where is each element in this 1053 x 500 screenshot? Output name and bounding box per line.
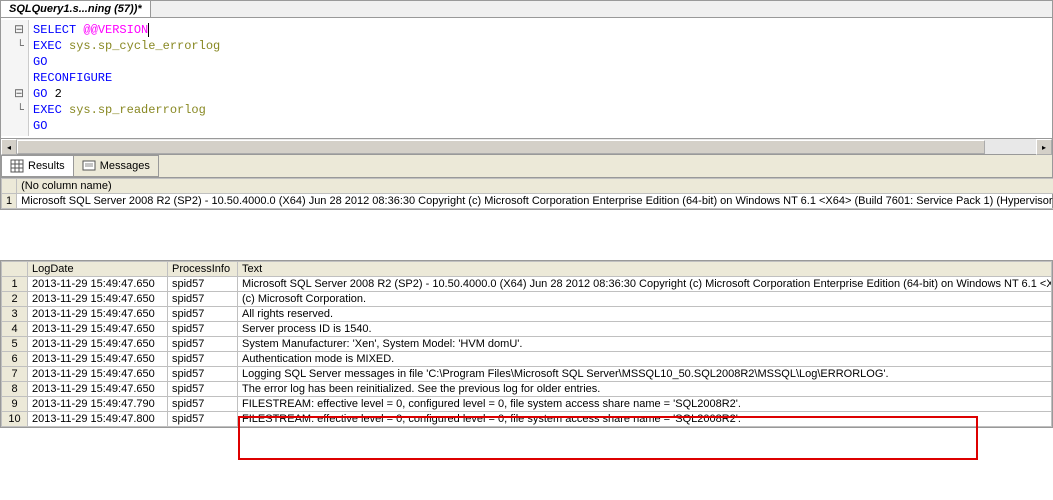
editor-gutter: ⊟ └ ⊟ └ [1,20,29,136]
code-line[interactable]: GO 2 [33,86,1048,102]
row-number: 10 [2,412,28,427]
row-number: 2 [2,292,28,307]
errorlog-grid[interactable]: LogDate ProcessInfo Text 12013-11-29 15:… [1,261,1052,427]
code-line[interactable]: EXEC sys.sp_cycle_errorlog [33,38,1048,54]
row-number: 7 [2,367,28,382]
cell-processinfo[interactable]: spid57 [168,352,238,367]
scroll-left-icon[interactable]: ◂ [1,139,17,155]
cell-logdate[interactable]: 2013-11-29 15:49:47.650 [28,307,168,322]
column-header[interactable]: (No column name) [17,179,1053,194]
table-row[interactable]: 1 Microsoft SQL Server 2008 R2 (SP2) - 1… [2,194,1053,209]
horizontal-scrollbar[interactable]: ◂ ▸ [1,138,1052,154]
query-editor-panel: SQLQuery1.s...ning (57))* ⊟ └ ⊟ └ SELECT… [0,0,1053,155]
table-row[interactable]: 82013-11-29 15:49:47.650spid57The error … [2,382,1052,397]
row-number: 4 [2,322,28,337]
cell-text[interactable]: FILESTREAM: effective level = 0, configu… [238,397,1052,412]
cell-processinfo[interactable]: spid57 [168,337,238,352]
tab-messages[interactable]: Messages [73,155,159,177]
table-row[interactable]: 62013-11-29 15:49:47.650spid57Authentica… [2,352,1052,367]
table-row[interactable]: 52013-11-29 15:49:47.650spid57System Man… [2,337,1052,352]
cell-processinfo[interactable]: spid57 [168,412,238,427]
code-line[interactable]: RECONFIGURE [33,70,1048,86]
version-result-grid[interactable]: (No column name) 1 Microsoft SQL Server … [1,178,1053,209]
row-number: 9 [2,397,28,412]
scroll-track[interactable] [17,139,1036,154]
cell-logdate[interactable]: 2013-11-29 15:49:47.650 [28,337,168,352]
code-area[interactable]: SELECT @@VERSIONEXEC sys.sp_cycle_errorl… [29,20,1052,136]
cell-text[interactable]: All rights reserved. [238,307,1052,322]
cell-processinfo[interactable]: spid57 [168,367,238,382]
gutter-line: └ [1,102,28,118]
results-tab-bar: Results Messages [1,155,1052,178]
gutter-line [1,70,28,86]
collapse-icon[interactable]: ⊟ [1,22,28,38]
cell-logdate[interactable]: 2013-11-29 15:49:47.650 [28,382,168,397]
code-line[interactable]: GO [33,118,1048,134]
cell-text[interactable]: Microsoft SQL Server 2008 R2 (SP2) - 10.… [238,277,1052,292]
table-row[interactable]: 72013-11-29 15:49:47.650spid57Logging SQ… [2,367,1052,382]
cell-logdate[interactable]: 2013-11-29 15:49:47.650 [28,292,168,307]
cell-logdate[interactable]: 2013-11-29 15:49:47.800 [28,412,168,427]
cell-processinfo[interactable]: spid57 [168,322,238,337]
cell-text[interactable]: The error log has been reinitialized. Se… [238,382,1052,397]
tab-messages-label: Messages [100,160,150,172]
table-row[interactable]: 42013-11-29 15:49:47.650spid57Server pro… [2,322,1052,337]
cell-text[interactable]: Authentication mode is MIXED. [238,352,1052,367]
row-number: 8 [2,382,28,397]
gutter-line [1,54,28,70]
code-line[interactable]: GO [33,54,1048,70]
cell-text[interactable]: Logging SQL Server messages in file 'C:\… [238,367,1052,382]
tab-results[interactable]: Results [1,155,74,177]
errorlog-panel: LogDate ProcessInfo Text 12013-11-29 15:… [0,260,1053,428]
column-header-text[interactable]: Text [238,262,1052,277]
messages-icon [82,159,96,173]
gutter-line [1,118,28,134]
cell-logdate[interactable]: 2013-11-29 15:49:47.650 [28,352,168,367]
cell-text[interactable]: FILESTREAM: effective level = 0, configu… [238,412,1052,427]
gutter-line: └ [1,38,28,54]
cell-logdate[interactable]: 2013-11-29 15:49:47.650 [28,367,168,382]
cell-processinfo[interactable]: spid57 [168,307,238,322]
row-number: 1 [2,194,17,209]
table-row[interactable]: 32013-11-29 15:49:47.650spid57All rights… [2,307,1052,322]
cell-processinfo[interactable]: spid57 [168,397,238,412]
results-panel: Results Messages (No column name) 1 Micr… [0,155,1053,210]
grid-icon [10,159,24,173]
row-number: 1 [2,277,28,292]
cell-text[interactable]: System Manufacturer: 'Xen', System Model… [238,337,1052,352]
cell-processinfo[interactable]: spid57 [168,292,238,307]
cell-processinfo[interactable]: spid57 [168,277,238,292]
cell-processinfo[interactable]: spid57 [168,382,238,397]
cell-logdate[interactable]: 2013-11-29 15:49:47.650 [28,322,168,337]
row-number: 5 [2,337,28,352]
cell-logdate[interactable]: 2013-11-29 15:49:47.650 [28,277,168,292]
tab-results-label: Results [28,160,65,172]
scroll-thumb[interactable] [17,140,985,154]
table-row[interactable]: 92013-11-29 15:49:47.790spid57FILESTREAM… [2,397,1052,412]
code-line[interactable]: EXEC sys.sp_readerrorlog [33,102,1048,118]
cell-text[interactable]: (c) Microsoft Corporation. [238,292,1052,307]
row-number: 3 [2,307,28,322]
column-header-logdate[interactable]: LogDate [28,262,168,277]
cell-logdate[interactable]: 2013-11-29 15:49:47.790 [28,397,168,412]
grid-corner [2,262,28,277]
cell-text[interactable]: Server process ID is 1540. [238,322,1052,337]
cell-version[interactable]: Microsoft SQL Server 2008 R2 (SP2) - 10.… [17,194,1053,209]
sql-editor[interactable]: ⊟ └ ⊟ └ SELECT @@VERSIONEXEC sys.sp_cycl… [1,18,1052,138]
grid-corner [2,179,17,194]
editor-tab[interactable]: SQLQuery1.s...ning (57))* [1,1,151,17]
code-line[interactable]: SELECT @@VERSION [33,22,1048,38]
scroll-right-icon[interactable]: ▸ [1036,139,1052,155]
editor-tab-bar: SQLQuery1.s...ning (57))* [1,1,1052,18]
table-row[interactable]: 12013-11-29 15:49:47.650spid57Microsoft … [2,277,1052,292]
collapse-icon[interactable]: ⊟ [1,86,28,102]
column-header-processinfo[interactable]: ProcessInfo [168,262,238,277]
row-number: 6 [2,352,28,367]
table-row[interactable]: 102013-11-29 15:49:47.800spid57FILESTREA… [2,412,1052,427]
table-row[interactable]: 22013-11-29 15:49:47.650spid57(c) Micros… [2,292,1052,307]
